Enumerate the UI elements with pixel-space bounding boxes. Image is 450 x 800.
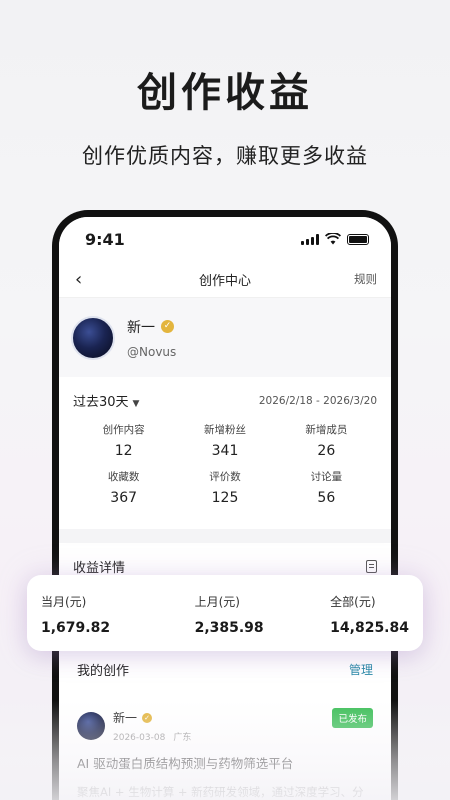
battery-icon: [347, 233, 369, 245]
stat-value: 56: [317, 490, 336, 506]
income-value: 14,825.84: [330, 620, 409, 636]
income-summary-card: 当月(元) 1,679.82 上月(元) 2,385.98 全部(元) 14,8…: [27, 575, 423, 651]
income-item: 上月(元) 2,385.98: [195, 593, 264, 651]
rules-link[interactable]: 规则: [354, 271, 377, 287]
period-dropdown[interactable]: 过去30天 ▼: [73, 391, 139, 410]
income-item: 全部(元) 14,825.84: [330, 593, 409, 651]
stat-item: 讨论量 56: [276, 469, 377, 506]
stat-item: 创作内容 12: [73, 422, 174, 459]
stat-label: 收藏数: [107, 471, 140, 483]
post-card[interactable]: 新一 ✓ 2026-03-08 广东 已发布 AI 驱动蛋白质结构预测与药物筛选平台…: [59, 687, 391, 800]
status-icons: [301, 233, 369, 245]
caret-down-icon: ▼: [132, 399, 140, 409]
stat-label: 评价数: [209, 471, 241, 483]
promo-subheadline: 创作优质内容，赚取更多收益: [82, 144, 368, 168]
profile-handle: @Novus: [127, 344, 177, 359]
status-badge: 已发布: [332, 708, 373, 728]
stat-item: 收藏数 367: [73, 469, 174, 506]
post-title: AI 驱动蛋白质结构预测与药物筛选平台: [77, 756, 294, 771]
income-value: 1,679.82: [41, 620, 111, 636]
chevron-left-icon[interactable]: ‹: [75, 269, 82, 290]
stats-card: 过去30天 ▼ 2026/2/18 - 2026/3/20 创作内容 12 新增粉丝…: [59, 377, 391, 529]
post-location: 广东: [173, 733, 192, 743]
income-item: 当月(元) 1,679.82: [41, 593, 110, 651]
income-label: 全部(元): [330, 595, 376, 609]
promo-headline: 创作收益: [137, 70, 313, 116]
stat-value: 367: [110, 490, 138, 506]
signal-icon: [301, 233, 319, 245]
stat-label: 新增粉丝: [203, 424, 246, 436]
stats-grid: 创作内容 12 新增粉丝 341 新增成员 26 收藏数 367 评价数 125 讨论量 5…: [73, 422, 377, 506]
verified-badge-icon: ✓: [142, 712, 153, 723]
nav-title: 创作中心: [198, 273, 251, 289]
stat-label: 讨论量: [310, 471, 343, 483]
date-range: 2026/2/18 - 2026/3/20: [258, 394, 377, 407]
works-header: 我的创作 管理: [59, 651, 391, 687]
status-time: 9:41: [85, 229, 125, 249]
profile-name: 新一: [127, 319, 155, 336]
period-label: 过去30天: [73, 395, 129, 410]
avatar[interactable]: [71, 315, 115, 360]
stat-item: 新增粉丝 341: [174, 422, 275, 459]
stat-item: 评价数 125: [174, 469, 275, 506]
document-icon[interactable]: [366, 559, 377, 573]
stat-label: 创作内容: [102, 424, 145, 436]
profile-header[interactable]: 新一 ✓ @Novus: [59, 297, 391, 377]
stat-value: 12: [114, 443, 133, 459]
stat-value: 341: [211, 443, 239, 459]
post-date: 2026-03-08: [113, 733, 166, 743]
works-title: 我的创作: [77, 663, 130, 679]
income-label: 上月(元): [194, 595, 240, 609]
nav-bar: ‹ 创作中心 规则: [59, 261, 391, 297]
post-author: 新一: [113, 711, 138, 725]
income-title: 收益详情: [73, 560, 126, 576]
stat-label: 新增成员: [305, 424, 348, 436]
verified-badge-icon: ✓: [161, 320, 174, 333]
wifi-icon: [325, 233, 341, 245]
stat-item: 新增成员 26: [276, 422, 377, 459]
stat-value: 26: [317, 443, 336, 459]
income-value: 2,385.98: [194, 620, 264, 636]
avatar: [77, 712, 105, 740]
stat-value: 125: [211, 490, 239, 506]
manage-button[interactable]: 管理: [349, 661, 373, 678]
post-excerpt: 聚焦AI + 生物计算 + 新药研发领域，通过深度学习、分: [77, 785, 364, 799]
income-label: 当月(元): [41, 595, 87, 609]
status-bar: 9:41: [59, 217, 391, 261]
